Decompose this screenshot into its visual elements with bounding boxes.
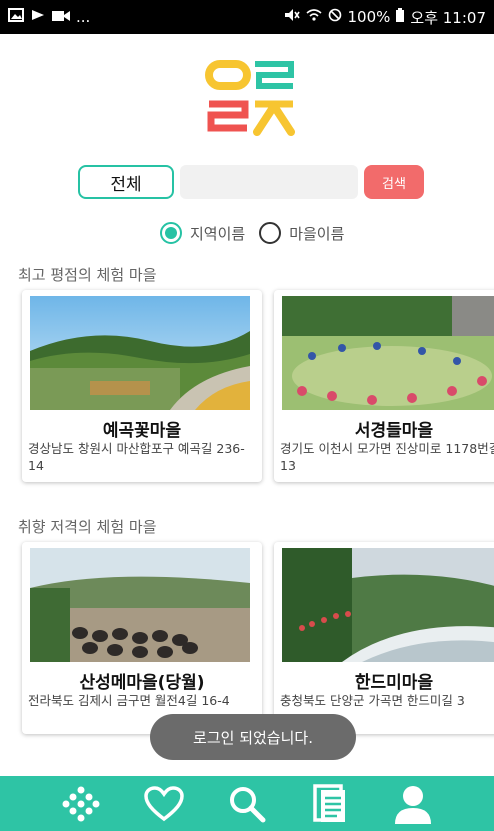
user-icon[interactable]: [391, 782, 435, 826]
card-row-favorite: 산성메마을(당월) 전라북도 김제시 금구면 월전4길 16-4 한드미마을 충…: [22, 542, 494, 734]
app-logo: [205, 60, 297, 136]
radio-selected-dot: [165, 227, 177, 239]
radio-region-name[interactable]: [160, 222, 182, 244]
battery-level: 100%: [347, 8, 391, 26]
wifi-icon: [305, 8, 322, 26]
search-type-radio-group: 지역이름 마을이름: [160, 222, 350, 244]
image-icon: [8, 8, 24, 26]
village-address: 경기도 이천시 모가면 진상미로 1178번길 13: [280, 441, 494, 473]
status-bar: ... 100% 오후 11:07: [0, 0, 494, 34]
village-photo: [30, 296, 250, 410]
status-left: ...: [8, 8, 90, 26]
village-photo: [282, 296, 494, 410]
radio-village-label: 마을이름: [289, 224, 345, 243]
village-card[interactable]: 예곡꽃마을 경상남도 창원시 마산합포구 예곡길 236-14: [22, 290, 262, 482]
village-card[interactable]: 산성메마을(당월) 전라북도 김제시 금구면 월전4길 16-4: [22, 542, 262, 734]
village-photo: [30, 548, 250, 662]
village-name: 서경들마을: [354, 421, 434, 441]
search-input[interactable]: [180, 165, 358, 199]
village-photo: [282, 548, 494, 662]
search-row: 전체 검색: [78, 165, 428, 199]
village-card[interactable]: 한드미마을 충청북도 단양군 가곡면 한드미길 3: [274, 542, 494, 734]
heart-icon[interactable]: [142, 782, 186, 826]
village-card[interactable]: 서경들마을 경기도 이천시 모가면 진상미로 1178번길 13: [274, 290, 494, 482]
bottom-nav: [0, 776, 494, 831]
section-title-top-rated: 최고 평점의 체험 마을: [18, 266, 157, 284]
clock: 오후 11:07: [410, 8, 486, 27]
search-button[interactable]: 검색: [364, 165, 424, 199]
video-icon: [52, 8, 70, 26]
village-address: 경상남도 창원시 마산합포구 예곡길 236-14: [28, 441, 245, 473]
section-title-favorite: 취향 저격의 체험 마을: [18, 518, 157, 536]
status-right: 100% 오후 11:07: [284, 7, 486, 28]
village-name: 한드미마을: [354, 673, 434, 693]
village-address: 충청북도 단양군 가곡면 한드미길 3: [280, 693, 465, 708]
card-row-top-rated: 예곡꽃마을 경상남도 창원시 마산합포구 예곡길 236-14 서경들마을 경기…: [22, 290, 494, 482]
document-icon[interactable]: [308, 782, 352, 826]
village-name: 예곡꽃마을: [102, 421, 182, 441]
category-select[interactable]: 전체: [78, 165, 174, 199]
block-icon: [328, 8, 342, 26]
village-address: 전라북도 김제시 금구면 월전4길 16-4: [28, 693, 230, 708]
dots-icon[interactable]: [59, 782, 103, 826]
radio-region-label: 지역이름: [190, 224, 246, 243]
mute-icon: [284, 8, 300, 26]
login-toast: 로그인 되었습니다.: [150, 714, 356, 760]
cast-icon: [30, 8, 46, 26]
village-name: 산성메마을(당월): [79, 673, 205, 693]
battery-icon: [396, 8, 405, 26]
more-notifications: ...: [76, 8, 91, 26]
search-icon[interactable]: [225, 782, 269, 826]
radio-village-name[interactable]: [259, 222, 282, 244]
